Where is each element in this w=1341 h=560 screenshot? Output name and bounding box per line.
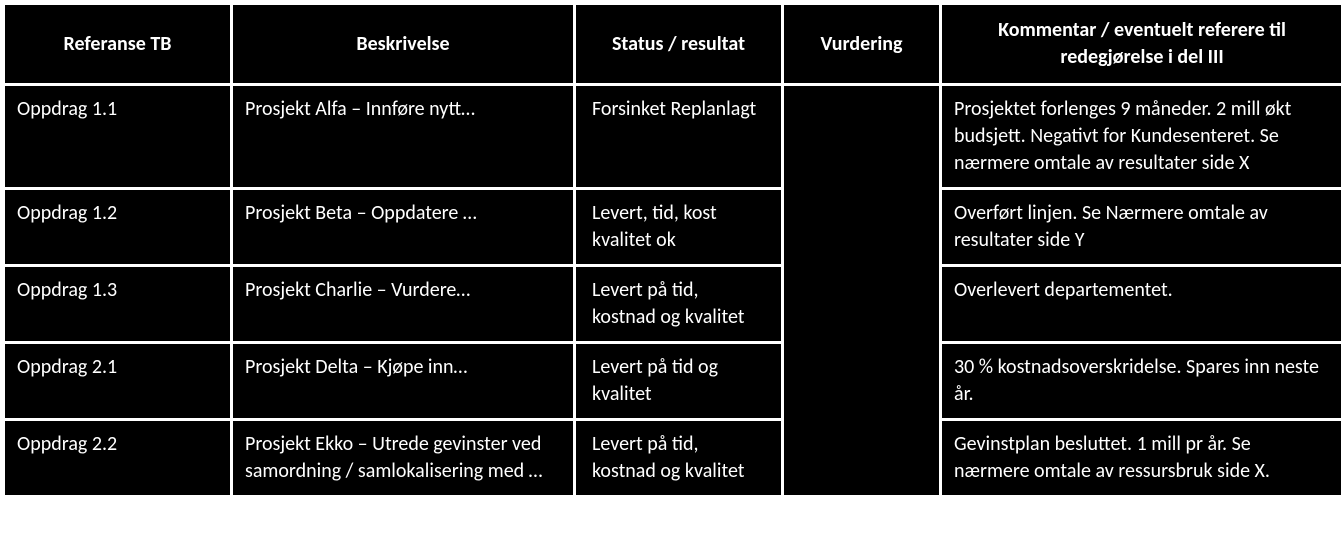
cell-referanse: Oppdrag 1.1 (5, 86, 230, 187)
cell-kommentar: 30 % kostnadsoverskridelse. Spares inn n… (942, 344, 1341, 418)
table-row: Oppdrag 1.2 Prosjekt Beta – Oppdatere … … (5, 190, 1341, 264)
cell-status: Levert, tid, kost kvalitet ok (576, 190, 781, 264)
table-row: Oppdrag 1.1 Prosjekt Alfa – Innføre nytt… (5, 86, 1341, 187)
cell-status: Forsinket Replanlagt (576, 86, 781, 187)
header-referanse: Referanse TB (5, 5, 230, 83)
table-row: Oppdrag 1.3 Prosjekt Charlie – Vurdere… … (5, 267, 1341, 341)
cell-beskrivelse: Prosjekt Delta – Kjøpe inn… (233, 344, 573, 418)
cell-kommentar: Gevinstplan besluttet. 1 mill pr år. Se … (942, 421, 1341, 495)
cell-referanse: Oppdrag 2.1 (5, 344, 230, 418)
cell-beskrivelse: Prosjekt Charlie – Vurdere… (233, 267, 573, 341)
cell-kommentar: Prosjektet forlenges 9 måneder. 2 mill ø… (942, 86, 1341, 187)
cell-referanse: Oppdrag 2.2 (5, 421, 230, 495)
table-row: Oppdrag 2.2 Prosjekt Ekko – Utrede gevin… (5, 421, 1341, 495)
table-header-row: Referanse TB Beskrivelse Status / result… (5, 5, 1341, 83)
cell-status: Levert på tid, kostnad og kvalitet (576, 421, 781, 495)
header-status: Status / resultat (576, 5, 781, 83)
cell-beskrivelse: Prosjekt Alfa – Innføre nytt… (233, 86, 573, 187)
cell-beskrivelse: Prosjekt Beta – Oppdatere … (233, 190, 573, 264)
header-beskrivelse: Beskrivelse (233, 5, 573, 83)
cell-kommentar: Overført linjen. Se Nærmere omtale av re… (942, 190, 1341, 264)
cell-kommentar: Overlevert departementet. (942, 267, 1341, 341)
cell-beskrivelse: Prosjekt Ekko – Utrede gevinster ved sam… (233, 421, 573, 495)
assignments-table: Referanse TB Beskrivelse Status / result… (2, 2, 1341, 498)
header-kommentar: Kommentar / eventuelt referere til redeg… (942, 5, 1341, 83)
cell-status: Levert på tid, kostnad og kvalitet (576, 267, 781, 341)
cell-referanse: Oppdrag 1.2 (5, 190, 230, 264)
cell-referanse: Oppdrag 1.3 (5, 267, 230, 341)
header-vurdering: Vurdering (784, 5, 939, 83)
table-row: Oppdrag 2.1 Prosjekt Delta – Kjøpe inn… … (5, 344, 1341, 418)
cell-status: Levert på tid og kvalitet (576, 344, 781, 418)
cell-vurdering-merged (784, 86, 939, 495)
